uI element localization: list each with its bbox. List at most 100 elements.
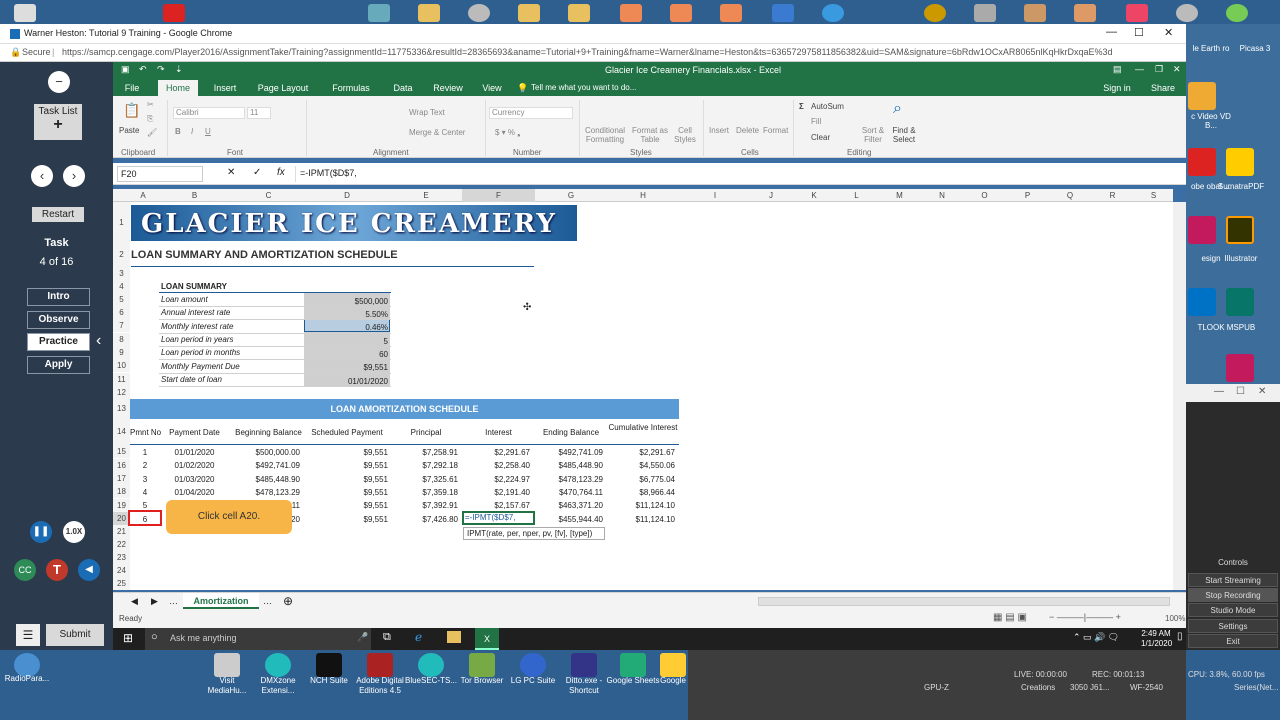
amort-cell[interactable]: 01/01/2020 [156,448,233,457]
studio-mode-button[interactable]: Studio Mode [1188,603,1278,617]
publisher-icon[interactable] [1226,288,1254,316]
amort-cell[interactable]: $463,371.20 [535,501,604,510]
function-icon[interactable]: fx [277,167,285,178]
column-header[interactable]: M [878,189,921,202]
amort-cell[interactable]: 01/02/2020 [156,461,233,470]
close-icon[interactable]: ✕ [1258,386,1266,397]
row-header[interactable]: 16 [113,459,130,472]
column-header[interactable]: Q [1049,189,1091,202]
clear-button[interactable]: Clear [811,133,830,142]
settings-button[interactable]: Settings [1188,619,1278,633]
column-header[interactable]: N [921,189,963,202]
row-header[interactable]: 13 [113,399,130,419]
desktop-icon[interactable] [14,4,36,22]
column-header[interactable]: H [607,189,679,202]
font-size-select[interactable]: 11 [247,107,271,119]
amort-cell[interactable]: $7,325.61 [390,475,458,484]
folder-icon[interactable] [518,4,540,22]
tab-review[interactable]: Review [429,80,467,96]
minimize-icon[interactable]: — [1135,64,1144,74]
tab-home[interactable]: Home [158,80,198,96]
pdf-icon[interactable] [163,4,185,22]
row-header[interactable]: 24 [113,564,130,577]
desktop-shortcut[interactable]: Tor Browser [455,650,509,710]
minimize-icon[interactable]: — [1214,386,1224,397]
prev-sheet-icon[interactable]: ◀ [131,596,138,607]
amort-cell[interactable]: $2,258.40 [462,461,530,470]
column-header[interactable]: P [1006,189,1049,202]
sign-in-link[interactable]: Sign in [1099,80,1135,96]
amort-cell[interactable]: $11,124.10 [607,515,675,524]
tray-icons[interactable]: ⌃ ▭ 🔊 🗨 [1073,632,1119,643]
mic-icon[interactable]: 🎤 [357,632,368,643]
tab-page-layout[interactable]: Page Layout [255,80,311,96]
tab-data[interactable]: Data [389,80,417,96]
autosum-button[interactable]: AutoSum [811,102,844,111]
amort-cell[interactable]: $9,551 [304,501,388,510]
outlook-icon[interactable] [1188,288,1216,316]
loan-value[interactable]: 5.50% [304,310,388,319]
amort-cell[interactable]: $7,392.91 [390,501,458,510]
music-icon[interactable] [1126,4,1148,22]
cell-styles-button[interactable]: Cell Styles [671,126,699,144]
tab-view[interactable]: View [477,80,507,96]
amort-cell[interactable]: $455,944.40 [535,515,604,524]
format-painter-icon[interactable]: 🖌 [147,128,157,137]
share-button[interactable]: Share [1145,80,1181,96]
address-bar[interactable]: 🔒 Secure | https://samcp.cengage.com/Pla… [0,44,1186,62]
desktop-shortcut[interactable]: Ditto.exe - Shortcut [557,650,611,710]
worksheet-grid[interactable]: 1 2 3 4 5 6 7 8 9 10 11 12 13 14 15 16 1… [113,202,1173,590]
more-sheets-icon[interactable]: … [169,596,178,606]
autosum-icon[interactable]: Σ [799,102,804,111]
speed-button[interactable]: 1.0X [63,521,85,543]
row-header[interactable]: 9 [113,346,130,359]
close-icon[interactable]: ✕ [1164,26,1173,39]
windows-icon[interactable]: ⊞ [123,631,133,645]
copy-icon[interactable]: ⎘ [147,114,153,124]
amort-cell[interactable]: $4,550.06 [607,461,675,470]
app-icon[interactable] [924,4,946,22]
column-header[interactable]: G [535,189,607,202]
column-header[interactable]: S [1134,189,1173,202]
row-header[interactable]: 18 [113,485,130,498]
view-mode-icons[interactable]: ▦ ▤ ▣ [993,612,1027,623]
bold-icon[interactable]: B [175,127,181,136]
desktop-shortcut[interactable]: DMXzone Extensi... [251,650,305,710]
amort-cell[interactable]: $485,448.90 [535,461,604,470]
customize-icon[interactable]: ⇣ [175,64,183,75]
fs-icon[interactable] [1226,354,1254,382]
submit-button[interactable]: Submit [46,624,104,646]
app-icon[interactable] [1024,4,1046,22]
conditional-formatting-button[interactable]: Conditional Formatting [583,126,627,144]
video-icon[interactable] [1188,82,1216,110]
column-header[interactable]: I [679,189,751,202]
cancel-icon[interactable]: ✕ [227,167,235,178]
sheet-tab-amortization[interactable]: Amortization [183,593,259,609]
enter-icon[interactable]: ✓ [253,167,261,178]
zoom-slider[interactable]: − ———|——— + [1049,612,1121,622]
row-header[interactable]: 2 [113,243,130,267]
edge-icon[interactable]: ℯ [415,630,422,644]
t-button[interactable]: T [46,559,68,581]
indesign-icon[interactable] [1188,216,1216,244]
explorer-icon[interactable] [447,631,461,643]
amort-cell[interactable]: 5 [130,501,160,510]
paste-icon[interactable]: 📋 [123,102,140,119]
url-text[interactable]: https://samcp.cengage.com/Player2016/Ass… [62,47,1152,57]
desktop-shortcut[interactable]: Visit MediaHu... [200,650,254,710]
tell-me-input[interactable]: Tell me what you want to do... [531,80,661,96]
amort-cell[interactable]: $7,426.80 [390,515,458,524]
wrap-text-button[interactable]: Wrap Text [409,108,445,117]
maximize-icon[interactable]: ☐ [1236,386,1245,397]
row-header[interactable]: 21 [113,525,130,538]
column-header[interactable]: A [130,189,156,202]
amort-cell[interactable]: $500,000.00 [233,448,301,457]
loan-value[interactable]: 5 [304,337,388,346]
format-cells-button[interactable]: Format [763,126,788,135]
app-icon[interactable] [772,4,794,22]
name-box[interactable]: F20 [117,166,203,182]
amort-cell[interactable]: $9,551 [304,488,388,497]
audio-icon[interactable]: ◀ [78,559,100,581]
amort-cell[interactable]: 01/03/2020 [156,475,233,484]
desktop-shortcut[interactable]: Adobe Digital Editions 4.5 [353,650,407,710]
